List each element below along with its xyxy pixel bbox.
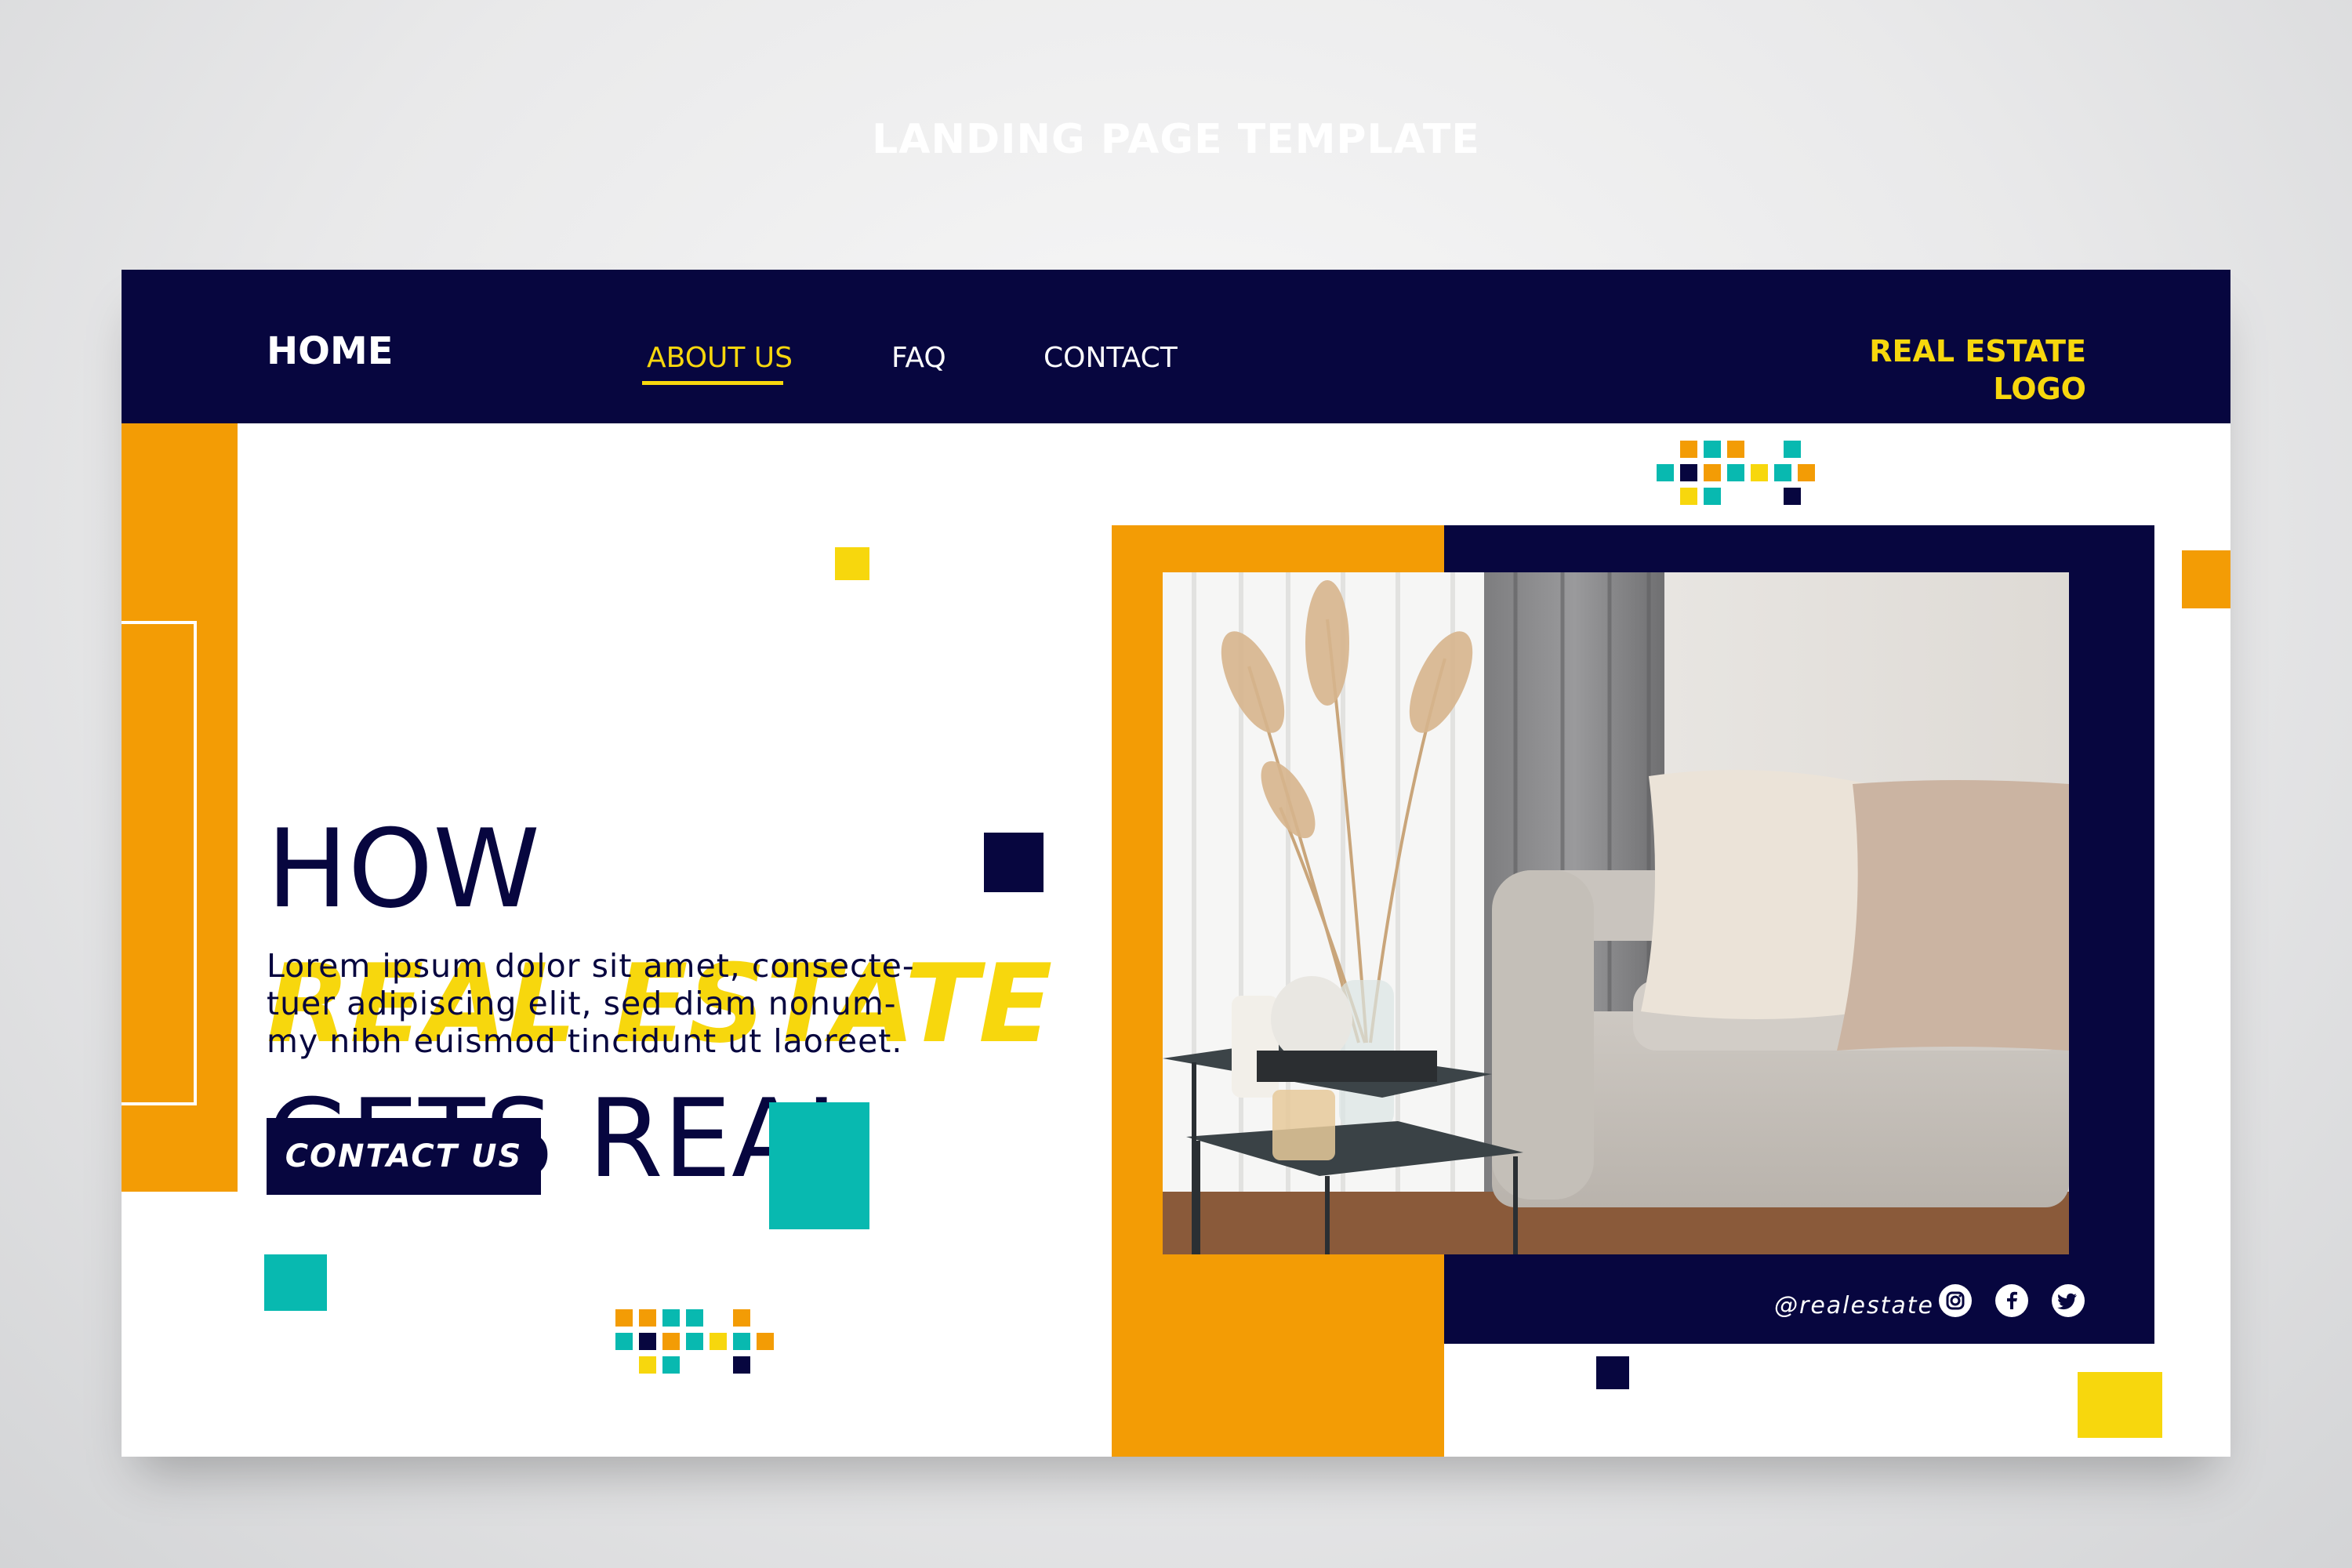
yellow-square-decoration: [835, 547, 869, 580]
page-caption: LANDING PAGE TEMPLATE: [872, 116, 1480, 163]
instagram-icon[interactable]: [1939, 1284, 1972, 1317]
desc-line-2: tuer adipiscing elit, sed diam nonum-: [267, 985, 897, 1022]
logo-line1: REAL ESTATE: [1869, 334, 2086, 368]
teal-square-decoration: [264, 1254, 327, 1311]
navy-small-square-decoration: [1596, 1356, 1629, 1389]
twitter-icon[interactable]: [2052, 1284, 2085, 1317]
yellow-large-square-decoration: [2078, 1372, 2162, 1438]
desc-line-3: my nibh euismod tincidunt ut laoreet.: [267, 1022, 903, 1060]
nav-home[interactable]: HOME: [267, 329, 394, 373]
nav-about-us[interactable]: ABOUT US: [647, 342, 793, 374]
hero-description: Lorem ipsum dolor sit amet, consecte- tu…: [267, 947, 988, 1060]
desc-line-1: Lorem ipsum dolor sit amet, consecte-: [267, 947, 915, 985]
orange-square-decoration: [2182, 550, 2230, 608]
outline-frame-decoration: [122, 621, 197, 1105]
contact-us-button[interactable]: CONTACT US: [267, 1118, 541, 1195]
landing-page: HOME ABOUT US FAQ CONTACT REAL ESTATE LO…: [122, 270, 2230, 1457]
navbar: HOME ABOUT US FAQ CONTACT REAL ESTATE LO…: [122, 270, 2230, 423]
hero-line-how: HOW: [267, 806, 540, 932]
real-estate-logo[interactable]: REAL ESTATE LOGO: [1869, 332, 2086, 408]
active-nav-underline: [642, 381, 783, 385]
nav-contact[interactable]: CONTACT: [1044, 342, 1178, 374]
teal-rectangle-decoration: [769, 1102, 869, 1229]
social-handle[interactable]: @realestate: [1774, 1292, 1934, 1319]
navy-square-decoration: [984, 833, 1044, 892]
logo-line2: LOGO: [1993, 372, 2086, 406]
facebook-icon[interactable]: [1995, 1284, 2028, 1317]
living-room-photo: [1163, 572, 2069, 1254]
nav-faq[interactable]: FAQ: [891, 342, 946, 374]
